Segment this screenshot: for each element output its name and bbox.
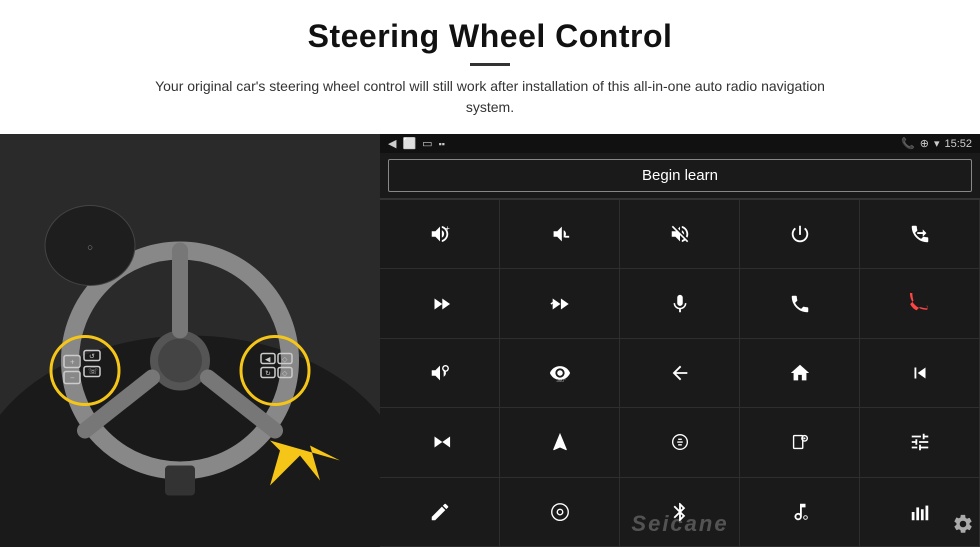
svg-text:◇: ◇: [282, 371, 288, 378]
ctrl-mic[interactable]: [620, 269, 740, 338]
ctrl-nav-arrow[interactable]: [500, 408, 620, 477]
begin-learn-button[interactable]: Begin learn: [388, 159, 972, 192]
ctrl-next-track[interactable]: [380, 269, 500, 338]
svg-text:◇: ◇: [282, 357, 288, 364]
ctrl-eq[interactable]: [620, 408, 740, 477]
ctrl-hang-up[interactable]: [860, 269, 980, 338]
steering-wheel-image: + ↺ − ☏ ◀ ◇ ↻ ◇: [0, 134, 380, 547]
back-nav-icon[interactable]: ◀: [388, 137, 396, 150]
ctrl-mute[interactable]: [620, 200, 740, 269]
location-status-icon: ⊕: [920, 137, 929, 150]
gear-settings-icon[interactable]: [952, 513, 974, 541]
recent-nav-icon[interactable]: ▭: [422, 137, 432, 150]
status-bar-left: ◀ ⬜ ▭ ▪▪: [388, 137, 445, 150]
content-row: + ↺ − ☏ ◀ ◇ ↻ ◇: [0, 134, 980, 547]
svg-text:↻: ↻: [265, 371, 271, 378]
svg-text:−: −: [70, 374, 75, 383]
ctrl-radio-record[interactable]: [740, 408, 860, 477]
svg-text:360°: 360°: [556, 378, 566, 383]
title-divider: [470, 63, 510, 66]
ctrl-horn-speaker[interactable]: [380, 339, 500, 408]
ctrl-360-view[interactable]: 360°: [500, 339, 620, 408]
subtitle: Your original car's steering wheel contr…: [130, 76, 850, 118]
battery-icon: ▪▪: [439, 139, 445, 149]
ctrl-skip-fwd[interactable]: [380, 408, 500, 477]
ctrl-tune[interactable]: [860, 408, 980, 477]
svg-text:☏: ☏: [88, 367, 98, 376]
ctrl-vol-up[interactable]: +: [380, 200, 500, 269]
status-bar: ◀ ⬜ ▭ ▪▪ 📞 ⊕ ▾ 15:52: [380, 134, 980, 153]
ctrl-back[interactable]: [620, 339, 740, 408]
header: Steering Wheel Control Your original car…: [0, 0, 980, 126]
ctrl-music-settings[interactable]: [740, 478, 860, 547]
controls-grid: +: [380, 199, 980, 547]
android-panel: ◀ ⬜ ▭ ▪▪ 📞 ⊕ ▾ 15:52 Begin learn: [380, 134, 980, 547]
ctrl-bluetooth[interactable]: [620, 478, 740, 547]
svg-text:+: +: [70, 358, 75, 367]
page: Steering Wheel Control Your original car…: [0, 0, 980, 547]
svg-text:+: +: [445, 224, 449, 233]
ctrl-vol-down[interactable]: [500, 200, 620, 269]
begin-learn-row: Begin learn: [380, 153, 980, 199]
svg-text:◀: ◀: [265, 357, 271, 364]
ctrl-next-fast[interactable]: [500, 269, 620, 338]
ctrl-home[interactable]: [740, 339, 860, 408]
svg-text:↺: ↺: [89, 354, 95, 361]
status-bar-right: 📞 ⊕ ▾ 15:52: [901, 137, 972, 150]
home-nav-icon[interactable]: ⬜: [402, 137, 416, 150]
ctrl-prev-skip[interactable]: [860, 339, 980, 408]
time-display: 15:52: [944, 138, 972, 150]
ctrl-power[interactable]: [740, 200, 860, 269]
ctrl-phone-prev[interactable]: [860, 200, 980, 269]
ctrl-pen[interactable]: [380, 478, 500, 547]
ctrl-phone-call[interactable]: [740, 269, 860, 338]
wifi-status-icon: ▾: [934, 137, 940, 150]
page-title: Steering Wheel Control: [60, 18, 920, 55]
phone-status-icon: 📞: [901, 137, 915, 150]
ctrl-settings-circle[interactable]: [500, 478, 620, 547]
svg-text:○: ○: [87, 243, 93, 254]
